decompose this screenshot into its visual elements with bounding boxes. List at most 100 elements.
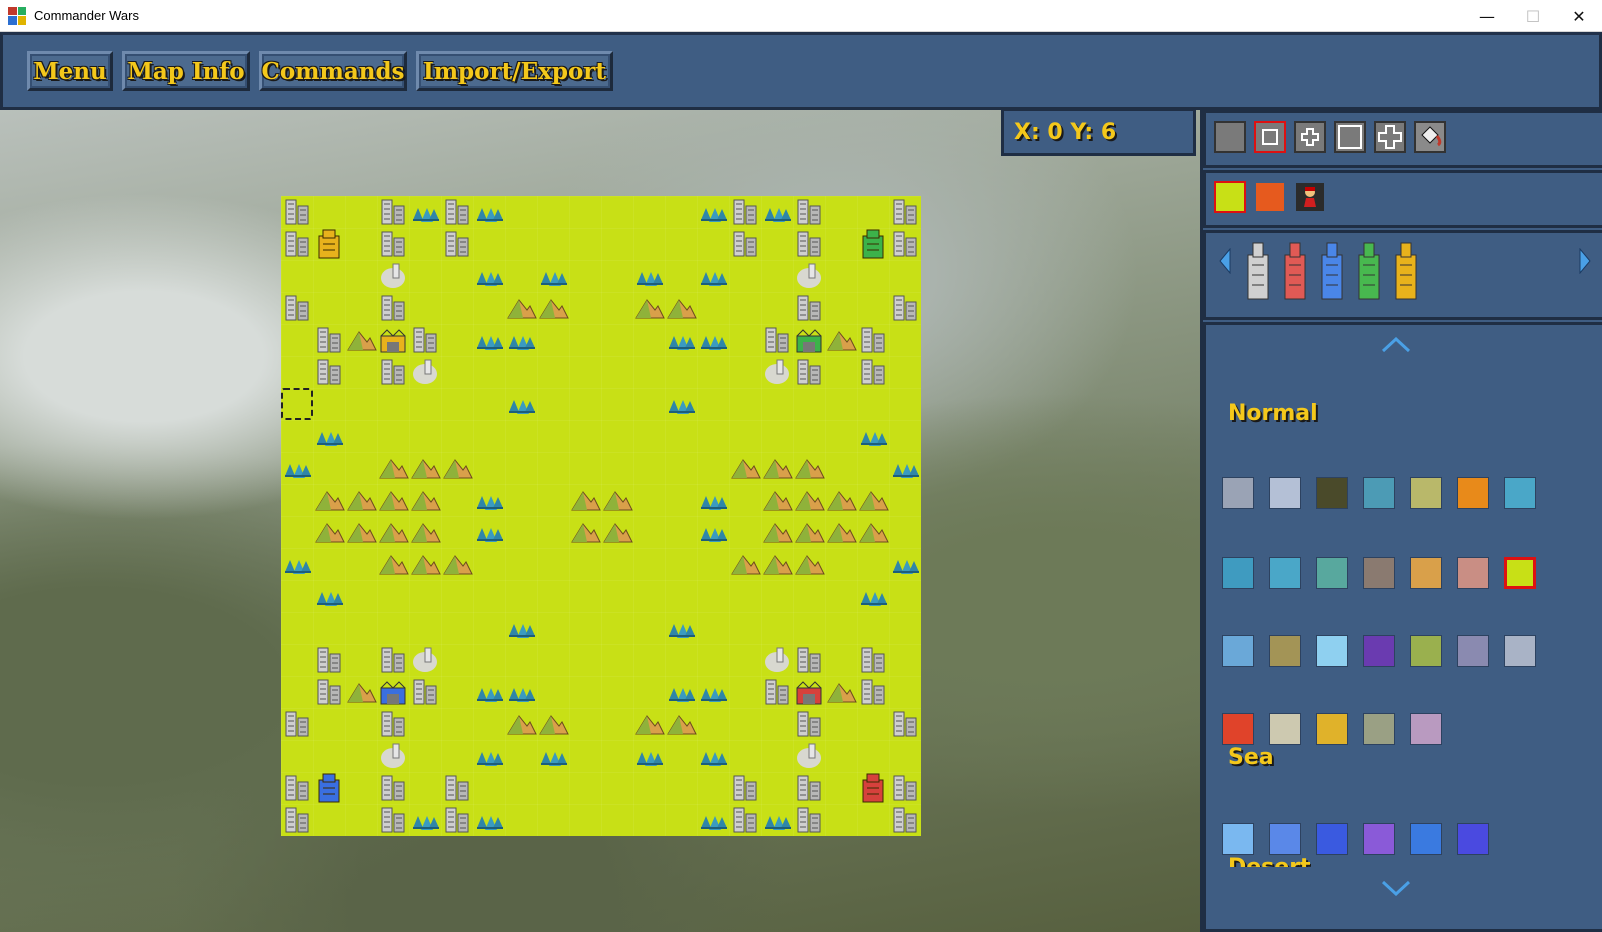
cursor-coordinates: X: 0 Y: 6 xyxy=(1001,108,1196,156)
fire-tile-icon[interactable] xyxy=(1457,477,1489,509)
teleport-tile-icon[interactable] xyxy=(1363,635,1395,667)
city-tile xyxy=(893,199,917,225)
sea-tile-icon[interactable] xyxy=(1316,823,1348,855)
wasteland-tile-icon[interactable] xyxy=(1410,477,1442,509)
gold-tile-icon[interactable] xyxy=(1316,713,1348,745)
scroll-down-icon[interactable] xyxy=(1381,880,1411,896)
mountain-tile xyxy=(379,491,409,511)
city-tile xyxy=(285,711,309,737)
forest-tile xyxy=(861,592,887,606)
city-tile xyxy=(797,295,821,321)
factory-building xyxy=(796,681,822,705)
mountain-tile xyxy=(443,555,473,575)
crater-tile-icon[interactable] xyxy=(1316,477,1348,509)
city-tile xyxy=(893,231,917,257)
city-tile xyxy=(861,679,885,705)
map-viewport[interactable] xyxy=(0,110,1200,932)
placement-type-bar xyxy=(1203,170,1602,228)
beach-tile-icon[interactable] xyxy=(1410,823,1442,855)
large-square-place-icon[interactable] xyxy=(1334,121,1366,153)
city-tile xyxy=(285,231,309,257)
import-export-button[interactable]: Import/Export xyxy=(416,51,613,91)
commands-button[interactable]: Commands xyxy=(259,51,407,91)
mountain-tile xyxy=(763,491,793,511)
swamp-tile-icon[interactable] xyxy=(1363,477,1395,509)
building-mode-icon[interactable] xyxy=(1254,181,1286,213)
neutral-hq-icon[interactable] xyxy=(1242,241,1274,301)
green-hq-icon[interactable] xyxy=(1353,241,1385,301)
city-tile xyxy=(381,807,405,833)
wasteland-road-icon[interactable] xyxy=(1410,635,1442,667)
fill-bucket-icon[interactable] xyxy=(1414,121,1446,153)
city-tile xyxy=(797,647,821,673)
terrain-mode-icon[interactable] xyxy=(1214,181,1246,213)
snow-tile-icon[interactable] xyxy=(1316,635,1348,667)
factory-building xyxy=(380,329,406,353)
forest-tile xyxy=(701,336,727,350)
pipe-seam-icon[interactable] xyxy=(1410,713,1442,745)
forest-tile xyxy=(477,336,503,350)
forest-tile xyxy=(637,272,663,286)
reef-tile-icon[interactable] xyxy=(1222,823,1254,855)
red-hq-icon[interactable] xyxy=(1279,241,1311,301)
mountain-tile xyxy=(379,523,409,543)
single-place-icon[interactable] xyxy=(1214,121,1246,153)
bridge-tile-icon[interactable] xyxy=(1269,477,1301,509)
ruined-road-icon[interactable] xyxy=(1363,713,1395,745)
jungle-tile-icon[interactable] xyxy=(1269,557,1301,589)
mountain-tile xyxy=(795,459,825,479)
close-button[interactable]: ✕ xyxy=(1556,0,1602,32)
city-tile xyxy=(733,775,757,801)
mountain-tile xyxy=(539,715,569,735)
map-grid[interactable] xyxy=(281,196,921,836)
next-owner-icon[interactable] xyxy=(1578,248,1592,274)
plains-tile-icon[interactable] xyxy=(1504,557,1536,589)
blue-hq-icon[interactable] xyxy=(1316,241,1348,301)
forest-tile-icon[interactable] xyxy=(1504,477,1536,509)
mountain-tile xyxy=(603,491,633,511)
map-cursor xyxy=(281,388,313,420)
diamond-place-icon[interactable] xyxy=(1374,121,1406,153)
rubble-tile xyxy=(381,743,405,768)
previous-owner-icon[interactable] xyxy=(1218,248,1232,274)
forest-tile xyxy=(477,816,503,830)
forest-tile xyxy=(669,624,695,638)
square-place-icon[interactable] xyxy=(1254,121,1286,153)
menu-button[interactable]: Menu xyxy=(27,51,113,91)
mountain-tile-icon[interactable] xyxy=(1410,557,1442,589)
pine-forest-tile-icon[interactable] xyxy=(1222,557,1254,589)
minimize-button[interactable]: — xyxy=(1464,0,1510,32)
ruins-tile-icon[interactable] xyxy=(1269,635,1301,667)
forest-tile xyxy=(477,752,503,766)
scroll-up-icon[interactable] xyxy=(1381,337,1411,353)
forest-tile xyxy=(701,752,727,766)
mountain-tile xyxy=(763,523,793,543)
hq-building xyxy=(862,229,884,259)
road-tile-icon[interactable] xyxy=(1222,477,1254,509)
deep-sea-icon[interactable] xyxy=(1457,823,1489,855)
meteor-tile-icon[interactable] xyxy=(1457,635,1489,667)
maximize-button[interactable]: ☐ xyxy=(1510,0,1556,32)
factory-building xyxy=(796,329,822,353)
city-tile xyxy=(861,327,885,353)
yellow-hq-icon[interactable] xyxy=(1390,241,1422,301)
forest-tile xyxy=(477,496,503,510)
map-info-button[interactable]: Map Info xyxy=(122,51,250,91)
unit-mode-icon[interactable] xyxy=(1294,181,1326,213)
rough-sea-icon[interactable] xyxy=(1269,823,1301,855)
hq-building xyxy=(318,773,340,803)
woods-tile-icon[interactable] xyxy=(1316,557,1348,589)
rock-tile-icon[interactable] xyxy=(1363,557,1395,589)
lava-tile-icon[interactable] xyxy=(1222,713,1254,745)
wall-tile-icon[interactable] xyxy=(1504,635,1536,667)
river-tile-icon[interactable] xyxy=(1222,635,1254,667)
forest-tile xyxy=(765,816,791,830)
city-tile xyxy=(765,679,789,705)
sea-wreck-icon[interactable] xyxy=(1363,823,1395,855)
rubble-tile xyxy=(413,359,437,384)
rubble-tile xyxy=(765,647,789,672)
rubble-tile xyxy=(381,263,405,288)
pipe-tile-icon[interactable] xyxy=(1457,557,1489,589)
platform-tile-icon[interactable] xyxy=(1269,713,1301,745)
cross-place-icon[interactable] xyxy=(1294,121,1326,153)
